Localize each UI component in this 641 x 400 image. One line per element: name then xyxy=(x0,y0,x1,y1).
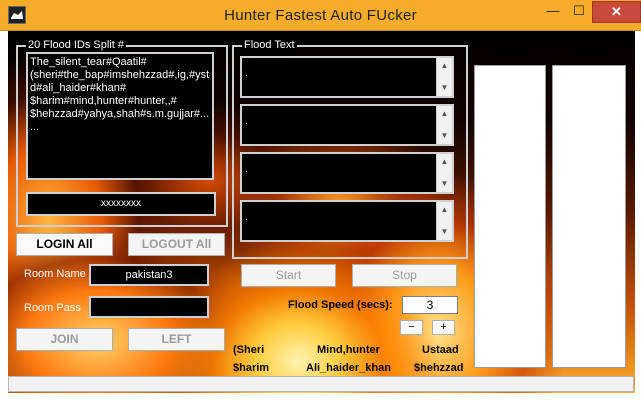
flood-ids-line: ... xyxy=(30,121,40,133)
flood-ids-group-label: 20 Flood IDs Split # xyxy=(26,39,126,52)
flood-text-box-3[interactable]: . ▲ ▼ xyxy=(240,152,454,194)
name-label: Mind,hunter xyxy=(317,344,380,356)
scroll-down-icon[interactable]: ▼ xyxy=(437,82,452,94)
flood-text-box-1[interactable]: . ▲ ▼ xyxy=(240,56,454,98)
name-label: Ali_haider_khan xyxy=(306,362,391,374)
scroll-up-icon[interactable]: ▲ xyxy=(437,156,452,168)
stop-button[interactable]: Stop xyxy=(352,264,457,287)
offline-title: Offline xyxy=(571,48,607,60)
room-pass-label: Room Pass xyxy=(24,302,81,314)
speed-decrease-button[interactable]: − xyxy=(400,320,423,335)
left-button[interactable]: LEFT xyxy=(128,328,225,351)
scroll-up-icon[interactable]: ▲ xyxy=(437,204,452,216)
flood-speed-input[interactable]: 3 xyxy=(402,296,458,314)
logout-all-button[interactable]: LOGOUT All xyxy=(128,233,225,256)
scrollbar[interactable]: ▲ ▼ xyxy=(436,154,452,192)
flood-text-value: . xyxy=(245,116,248,127)
name-label: $hehzzad xyxy=(414,362,464,374)
status-field[interactable]: xxxxxxxx xyxy=(26,192,216,216)
flood-ids-textbox[interactable]: The_silent_tear#Qaatil# (sheri#the_bap#i… xyxy=(26,52,214,180)
close-button[interactable]: ✕ xyxy=(592,1,641,23)
title-bar: Hunter Fastest Auto FUcker — ☐ ✕ xyxy=(0,0,641,31)
flood-ids-line: (sheri#the_bap#imshehzzad#,ig,#ystaa xyxy=(30,69,210,81)
maximize-button[interactable]: ☐ xyxy=(566,1,592,21)
flood-text-group-label: Flood Text xyxy=(242,39,297,52)
start-button[interactable]: Start xyxy=(241,264,336,287)
flood-text-value: . xyxy=(245,212,248,223)
minimize-button[interactable]: — xyxy=(540,1,566,21)
scroll-up-icon[interactable]: ▲ xyxy=(437,60,452,72)
join-button[interactable]: JOIN xyxy=(16,328,113,351)
scrollbar[interactable]: ▲ ▼ xyxy=(436,202,452,240)
flood-speed-label: Flood Speed (secs): xyxy=(288,299,393,311)
online-title: Online xyxy=(492,48,528,60)
flood-text-value: . xyxy=(245,68,248,79)
login-all-button[interactable]: LOGIN All xyxy=(16,233,113,256)
room-name-input[interactable]: pakistan3 xyxy=(89,264,209,286)
scroll-down-icon[interactable]: ▼ xyxy=(437,130,452,142)
flood-text-value: . xyxy=(245,164,248,175)
name-label: $harim xyxy=(233,362,270,374)
scroll-down-icon[interactable]: ▼ xyxy=(437,226,452,238)
flood-ids-line: $hehzzad#yahya,shah#s.m.gujjar#....... xyxy=(30,108,210,120)
scroll-up-icon[interactable]: ▲ xyxy=(437,108,452,120)
flood-ids-line: The_silent_tear#Qaatil# xyxy=(30,56,147,68)
online-list[interactable] xyxy=(474,65,546,368)
status-bar xyxy=(8,376,634,392)
speed-increase-button[interactable]: + xyxy=(432,320,455,335)
flood-text-box-4[interactable]: . ▲ ▼ xyxy=(240,200,454,242)
name-label: Ustaad xyxy=(422,344,459,356)
name-label: (Sheri xyxy=(233,344,265,356)
flood-text-box-2[interactable]: . ▲ ▼ xyxy=(240,104,454,146)
room-name-label: Room Name xyxy=(24,268,86,280)
flood-ids-line: $harim#mind,hunter#hunter,,# xyxy=(30,95,177,107)
scrollbar[interactable]: ▲ ▼ xyxy=(436,58,452,96)
flood-ids-line: d#ali_haider#khan# xyxy=(30,82,127,94)
room-pass-input[interactable] xyxy=(89,296,209,318)
scrollbar[interactable]: ▲ ▼ xyxy=(436,106,452,144)
offline-list[interactable] xyxy=(552,65,626,368)
scroll-down-icon[interactable]: ▼ xyxy=(437,178,452,190)
